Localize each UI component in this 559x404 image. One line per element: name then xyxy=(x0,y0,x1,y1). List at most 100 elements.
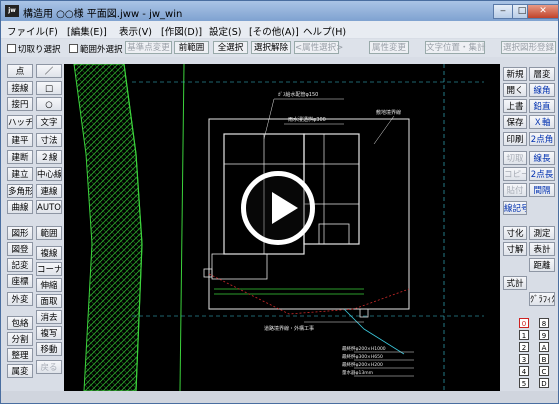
tool-move[interactable]: 移動 xyxy=(36,342,62,356)
title-bar[interactable]: jw 構造用 ○○様 平面図.jww - jw_win ‒ □ ✕ xyxy=(1,1,559,21)
layer-8[interactable]: 8 xyxy=(539,318,549,328)
tool-dim-release[interactable]: 寸解 xyxy=(503,242,527,256)
menu-settings[interactable]: 設定(S) xyxy=(209,24,241,38)
tool-figure-register[interactable]: 図登 xyxy=(7,242,33,256)
tool-parallel[interactable]: 複線 xyxy=(36,246,62,260)
tool-measure[interactable]: 測定 xyxy=(529,226,555,240)
tool-copy[interactable]: 複写 xyxy=(36,326,62,340)
layer-5[interactable]: 5 xyxy=(519,378,529,388)
tool-vertical[interactable]: 鉛直 xyxy=(529,99,555,113)
tool-polygon[interactable]: 多角形 xyxy=(7,184,33,198)
menu-file[interactable]: ファイル(F) xyxy=(7,24,58,38)
tool-attr-change[interactable]: 属変 xyxy=(7,364,33,378)
tool-print[interactable]: 印刷 xyxy=(503,132,527,146)
tool-two-point-length[interactable]: 2点長 xyxy=(529,167,555,181)
tool-graphics[interactable]: ｸﾞﾗﾌｨｸｽ xyxy=(529,292,555,306)
tool-undo[interactable]: 戻る xyxy=(36,360,62,374)
tool-chamfer[interactable]: 面取 xyxy=(36,294,62,308)
layer-3[interactable]: 3 xyxy=(519,354,529,364)
text-position-button[interactable]: 文字位置・集計 xyxy=(425,41,486,54)
out-range-checkbox[interactable]: 範囲外選択 xyxy=(69,43,123,55)
status-bar xyxy=(1,391,558,403)
tool-divide[interactable]: 分割 xyxy=(7,332,33,346)
tool-dimension[interactable]: 寸法 xyxy=(36,133,62,147)
prev-range-button[interactable]: 前範囲 xyxy=(174,41,209,54)
menu-draw[interactable]: [作図(D)] xyxy=(161,24,202,38)
layer-A[interactable]: A xyxy=(539,342,549,352)
tool-stretch[interactable]: 伸縮 xyxy=(36,278,62,292)
tool-center-line[interactable]: 中心線 xyxy=(36,167,62,181)
layer-0[interactable]: 0 xyxy=(519,318,529,328)
tool-organize[interactable]: 整理 xyxy=(7,348,33,362)
window-title: 構造用 ○○様 平面図.jww - jw_win xyxy=(23,9,183,20)
tool-tangent[interactable]: 接線 xyxy=(7,81,33,95)
tool-paste[interactable]: 貼付 xyxy=(503,183,527,197)
layer-B[interactable]: B xyxy=(539,354,549,364)
tool-copy-clip[interactable]: コピー xyxy=(503,167,527,181)
play-icon xyxy=(272,192,298,224)
tool-text[interactable]: 文字 xyxy=(36,115,62,129)
select-all-button[interactable]: 全選択 xyxy=(213,41,248,54)
tool-line[interactable]: ／ xyxy=(36,64,62,78)
tool-curve[interactable]: 曲線 xyxy=(7,200,33,214)
menu-edit[interactable]: [編集(E)] xyxy=(67,24,107,38)
tool-table-calc[interactable]: 表計 xyxy=(529,242,555,256)
close-button[interactable]: ✕ xyxy=(527,4,559,19)
tool-x-axis[interactable]: Ｘ軸 xyxy=(529,115,555,129)
tool-bar: 切取り選択 範囲外選択 基準点変更 前範囲 全選択 選択解除 <属性選択> 属性… xyxy=(1,39,558,57)
tool-cut[interactable]: 切取 xyxy=(503,151,527,165)
tool-coordinate[interactable]: 座標 xyxy=(7,274,33,288)
layer-4[interactable]: 4 xyxy=(519,366,529,376)
note-meter: 量水器φ13mm xyxy=(342,369,373,376)
tool-plan[interactable]: 建平 xyxy=(7,133,33,147)
tool-save[interactable]: 保存 xyxy=(503,115,527,129)
menu-view[interactable]: 表示(V) xyxy=(119,24,152,38)
layer-D[interactable]: D xyxy=(539,378,549,388)
tool-dim-convert[interactable]: 寸化 xyxy=(503,226,527,240)
tool-spacing[interactable]: 間隔 xyxy=(529,183,555,197)
layer-1[interactable]: 1 xyxy=(519,330,529,340)
tool-envelope[interactable]: 包絡 xyxy=(7,316,33,330)
checkbox-icon xyxy=(7,44,16,53)
tool-line-angle[interactable]: 線角 xyxy=(529,83,555,97)
tool-record-change[interactable]: 記変 xyxy=(7,258,33,272)
tool-external-change[interactable]: 外変 xyxy=(7,292,33,306)
tool-figure[interactable]: 図形 xyxy=(7,226,33,240)
layer-9[interactable]: 9 xyxy=(539,330,549,340)
layer-2[interactable]: 2 xyxy=(519,342,529,352)
tool-section[interactable]: 建断 xyxy=(7,150,33,164)
tool-hatch[interactable]: ハッチ xyxy=(7,115,33,129)
base-point-change-button[interactable]: 基準点変更 xyxy=(125,41,172,54)
minimize-button[interactable]: ‒ xyxy=(493,4,513,19)
tool-layer-change[interactable]: 層変 xyxy=(529,67,555,81)
select-drawing-register-button[interactable]: 選択図形登録 xyxy=(501,41,556,54)
layer-C[interactable]: C xyxy=(539,366,549,376)
app-window: jw 構造用 ○○様 平面図.jww - jw_win ‒ □ ✕ ファイル(F… xyxy=(0,0,559,404)
tool-erase[interactable]: 消去 xyxy=(36,310,62,324)
attr-change-button[interactable]: 属性変更 xyxy=(369,41,409,54)
tool-line-length[interactable]: 線長 xyxy=(529,151,555,165)
tool-rectangle[interactable]: □ xyxy=(36,81,62,95)
tool-two-point-angle[interactable]: 2点角 xyxy=(529,132,555,146)
tool-open[interactable]: 開く xyxy=(503,83,527,97)
tool-double-line[interactable]: ２線 xyxy=(36,150,62,164)
tool-distance[interactable]: 距離 xyxy=(529,258,555,272)
tool-auto[interactable]: AUTO xyxy=(36,200,62,214)
tool-range[interactable]: 範囲 xyxy=(36,226,62,240)
tool-circle[interactable]: ○ xyxy=(36,97,62,111)
menu-help[interactable]: ヘルプ(H) xyxy=(303,24,346,38)
tool-overwrite[interactable]: 上書 xyxy=(503,99,527,113)
tool-new[interactable]: 新規 xyxy=(503,67,527,81)
play-button[interactable] xyxy=(241,171,315,245)
tool-corner[interactable]: コーナー xyxy=(36,262,62,276)
menu-other[interactable]: [その他(A)] xyxy=(249,24,299,38)
tool-line-symbol[interactable]: 線記号 xyxy=(503,201,527,215)
deselect-button[interactable]: 選択解除 xyxy=(251,41,291,54)
attr-select-button[interactable]: <属性選択> xyxy=(294,41,343,54)
tool-point[interactable]: 点 xyxy=(7,64,33,78)
tool-tangent-circle[interactable]: 接円 xyxy=(7,97,33,111)
tool-elevation[interactable]: 建立 xyxy=(7,167,33,181)
tool-continuous-line[interactable]: 連線 xyxy=(36,184,62,198)
cut-select-checkbox[interactable]: 切取り選択 xyxy=(7,43,61,55)
tool-expression[interactable]: 式計 xyxy=(503,276,527,290)
